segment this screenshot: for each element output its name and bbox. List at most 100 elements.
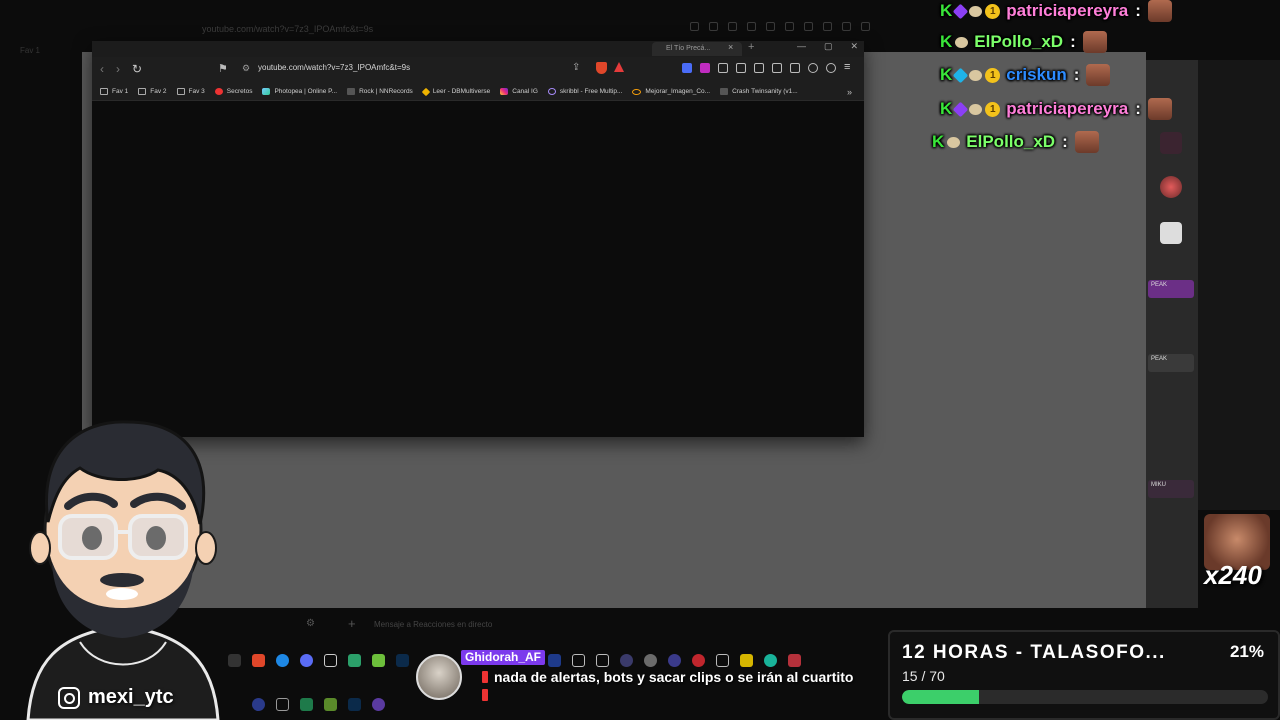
- bookmark-page-icon[interactable]: ⚑: [218, 62, 228, 75]
- taskbar-app-icon[interactable]: [372, 698, 385, 711]
- bookmark-label: Rock | NNRecords: [359, 88, 413, 95]
- bookmark-item[interactable]: Fav 2: [138, 88, 167, 95]
- instagram-icon: [500, 88, 509, 95]
- chat-username: patriciapereyra: [1006, 1, 1129, 20]
- stream-overlay: youtube.com/watch?v=7z3_IPOAmfc&t=9s Fav…: [0, 0, 1280, 720]
- media-icon[interactable]: [736, 63, 746, 73]
- bookmark-item[interactable]: Secretos: [214, 88, 252, 95]
- edge-taskbar-icon[interactable]: [276, 654, 289, 667]
- bookmark-label: Photopea | Online P...: [274, 88, 338, 95]
- emote-counter: x240: [1204, 560, 1262, 590]
- flag-icon: [482, 671, 488, 683]
- bookmark-label: Canal IG: [512, 88, 538, 95]
- page-content[interactable]: [92, 101, 864, 437]
- coin-badge-icon: 1: [985, 3, 1001, 19]
- bookmark-label: Fav 3: [188, 88, 205, 95]
- taskbar-app-icon[interactable]: [276, 698, 289, 711]
- taskbar-app-icon[interactable]: [252, 698, 265, 711]
- vpn-icon[interactable]: [826, 63, 836, 73]
- bookmark-item[interactable]: Photopea | Online P...: [262, 88, 337, 95]
- forward-icon[interactable]: ›: [116, 62, 120, 76]
- goal-count: 15 / 70: [902, 668, 945, 684]
- puzzle-icon[interactable]: [718, 63, 728, 73]
- download-icon[interactable]: [700, 63, 710, 73]
- menu-icon[interactable]: ≡: [844, 62, 854, 73]
- brave-shields-icon[interactable]: [596, 62, 607, 74]
- instagram-username: mexi_ytc: [88, 686, 174, 708]
- bookmark-item[interactable]: Fav 3: [176, 88, 205, 95]
- kick-badge-icon: K: [940, 32, 953, 51]
- taskbar-app-icon[interactable]: [324, 698, 337, 711]
- background-panel: [1198, 60, 1280, 510]
- alert-avatar: [416, 654, 462, 700]
- bookmark-item[interactable]: Fav 1: [100, 88, 128, 95]
- taskbar-app-icon[interactable]: [300, 698, 313, 711]
- more-bookmarks-icon[interactable]: »: [847, 87, 852, 97]
- share-icon[interactable]: ⇪: [572, 62, 580, 73]
- site-info-icon[interactable]: ⚙: [242, 63, 250, 74]
- bookmarks-bar: Fav 1 Fav 2 Fav 3 Secretos Photopea | Online…: [92, 83, 864, 101]
- alert-message: nada de alertas, bots y sacar clips o se…: [476, 668, 856, 704]
- app-avatar-icon[interactable]: [1160, 176, 1182, 198]
- folder-icon: [100, 88, 108, 95]
- maximize-icon[interactable]: ▢: [824, 41, 833, 52]
- instagram-handle: mexi_ytc: [58, 686, 174, 709]
- reload-icon[interactable]: ↻: [132, 62, 142, 76]
- goal-percent: 21%: [1229, 642, 1264, 661]
- app-taskbar-icon[interactable]: [348, 654, 361, 667]
- red-dot-icon: [214, 88, 223, 95]
- sidebar-icon[interactable]: [772, 63, 782, 73]
- bookmark-item[interactable]: Canal IG: [500, 88, 538, 95]
- roblox-icon[interactable]: [1160, 222, 1182, 244]
- back-icon[interactable]: ‹: [100, 62, 104, 76]
- extension-icon[interactable]: [682, 63, 692, 73]
- vscode-taskbar-icon[interactable]: [300, 654, 313, 667]
- chat-input[interactable]: ⚙ + Mensaje a Reacciones en directo: [238, 616, 898, 636]
- goal-title: 12 HORAS - TALASOFO...: [902, 642, 1166, 663]
- minimize-icon[interactable]: —: [797, 41, 806, 52]
- add-icon[interactable]: +: [348, 616, 356, 631]
- capcut-taskbar-icon[interactable]: [324, 654, 337, 667]
- brave-taskbar-icon[interactable]: [252, 654, 265, 667]
- vtuber-avatar: [26, 420, 220, 720]
- photoshop-taskbar-icon[interactable]: [396, 654, 409, 667]
- chat-separator: :: [1070, 32, 1076, 51]
- bookmark-label: Crash Twinsanity (v1...: [732, 88, 798, 95]
- close-icon[interactable]: ✕: [850, 41, 858, 52]
- settings-icon[interactable]: ⚙: [306, 618, 315, 629]
- background-browser-toolbar: youtube.com/watch?v=7z3_IPOAmfc&t=9s: [0, 14, 900, 42]
- sub-gem-icon: [953, 3, 969, 19]
- leo-icon[interactable]: [808, 63, 818, 73]
- brave-rewards-icon[interactable]: [614, 62, 624, 72]
- taskbar-app-icon[interactable]: [348, 698, 361, 711]
- browser-window[interactable]: El Tío Precá... × + — ▢ ✕ ‹ › ↻ ⚑ ⚙ yout…: [92, 41, 864, 437]
- bookmark-item[interactable]: Rock | NNRecords: [347, 88, 413, 95]
- tab-title: El Tío Precá...: [666, 45, 711, 52]
- valorant-icon[interactable]: [1160, 132, 1182, 154]
- flag-icon: [482, 689, 488, 701]
- emote-icon: [1082, 31, 1107, 53]
- chat-username: ElPollo_xD: [974, 32, 1064, 51]
- bookmark-item[interactable]: Mejorar_Imagen_Co...: [632, 88, 710, 95]
- mouse-badge-icon: [955, 36, 969, 48]
- bookmark-item[interactable]: Crash Twinsanity (v1...: [720, 88, 798, 95]
- spotify-taskbar-icon[interactable]: [372, 654, 385, 667]
- goal-progress-fill: [902, 690, 979, 704]
- bookmark-item[interactable]: Leer - DBMultiverse: [421, 87, 490, 96]
- bookmark-label: Mejorar_Imagen_Co...: [645, 88, 711, 95]
- taskbar-app-icon[interactable]: [228, 654, 241, 667]
- pen-icon: [547, 88, 556, 95]
- bookmark-item[interactable]: skribbl - Free Multip...: [547, 88, 623, 95]
- music-icon[interactable]: [754, 63, 764, 73]
- side-app-strip: PEAK PEAK MIKU: [1146, 60, 1198, 608]
- tab-close-icon[interactable]: ×: [728, 42, 733, 52]
- chat-message: K 1 patriciapereyra:: [940, 0, 1172, 22]
- folder-icon: [176, 88, 185, 95]
- wallet-icon[interactable]: [790, 63, 800, 73]
- emote-icon: [1147, 0, 1172, 22]
- miku-tag: MIKU: [1148, 480, 1194, 498]
- bookmark-label: skribbl - Free Multip...: [559, 88, 623, 95]
- new-tab-icon[interactable]: +: [748, 41, 754, 53]
- mouse-badge-icon: [969, 5, 983, 17]
- address-bar[interactable]: youtube.com/watch?v=7z3_IPOAmfc&t=9s: [258, 63, 410, 72]
